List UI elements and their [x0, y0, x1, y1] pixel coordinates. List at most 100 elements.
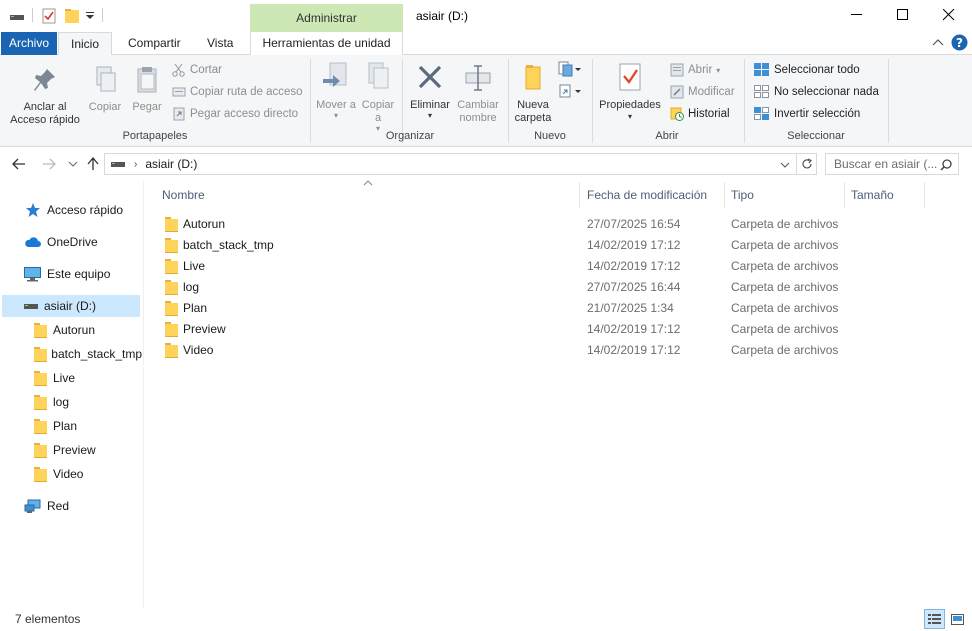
table-row[interactable]: Preview 14/02/2019 17:12 Carpeta de arch… [159, 318, 839, 339]
nav-folder[interactable]: Preview [34, 439, 142, 461]
delete-button[interactable]: Eliminar ▾ [406, 61, 454, 120]
tab-file[interactable]: Archivo [1, 32, 57, 55]
nav-folder[interactable]: Live [34, 367, 142, 389]
table-row[interactable]: batch_stack_tmp 14/02/2019 17:12 Carpeta… [159, 234, 839, 255]
forward-icon[interactable] [42, 158, 56, 170]
table-row[interactable]: Autorun 27/07/2025 16:54 Carpeta de arch… [159, 213, 839, 234]
tab-share[interactable]: Compartir [118, 32, 191, 55]
group-separator [508, 59, 509, 143]
address-dropdown-icon[interactable] [780, 162, 790, 168]
column-header-name[interactable]: Nombre [162, 185, 205, 207]
close-button[interactable] [926, 0, 972, 30]
folder-icon [165, 301, 178, 316]
customize-quick-access-icon[interactable] [85, 11, 95, 27]
nav-folder[interactable]: batch_stack_tmp [34, 343, 142, 365]
refresh-button[interactable] [797, 153, 817, 175]
nav-this-pc[interactable]: Este equipo [24, 263, 110, 285]
minimize-icon [851, 14, 862, 15]
details-view-icon [928, 613, 941, 624]
copy-path-icon [172, 87, 186, 97]
nav-onedrive[interactable]: OneDrive [24, 231, 98, 253]
history-icon [670, 107, 684, 121]
help-icon[interactable]: ? [951, 34, 968, 51]
status-bar: 7 elementos [0, 608, 972, 631]
paste-shortcut-button[interactable]: Pegar acceso directo [172, 107, 298, 121]
maximize-button[interactable] [880, 0, 926, 30]
easy-access-icon [559, 84, 581, 98]
properties-icon [619, 63, 641, 91]
clipboard-group-label: Portapapeles [122, 130, 188, 142]
copy-path-button[interactable]: Copiar ruta de acceso [172, 85, 303, 99]
new-folder-quick-icon[interactable] [65, 8, 79, 24]
invert-selection-button[interactable]: Invertir selección [754, 107, 860, 121]
new-item-button[interactable] [558, 61, 582, 77]
history-button[interactable]: Historial [670, 107, 730, 121]
properties-button[interactable]: Propiedades ▾ [596, 61, 664, 122]
minimize-button[interactable] [834, 0, 880, 30]
large-icons-view-button[interactable] [947, 609, 968, 629]
folder-icon [165, 280, 178, 295]
copy-to-button[interactable]: Copiar a ▾ [358, 61, 398, 133]
nav-network[interactable]: Red [24, 495, 69, 517]
new-folder-button[interactable]: Nueva carpeta [512, 61, 554, 125]
copy-to-label: Copiar a [361, 99, 395, 124]
select-none-button[interactable]: No seleccionar nada [754, 85, 879, 99]
star-icon [26, 203, 40, 217]
up-icon[interactable] [87, 157, 99, 171]
properties-quick-icon[interactable] [42, 8, 56, 24]
column-separator[interactable] [924, 182, 925, 208]
collapse-ribbon-icon[interactable] [932, 38, 944, 46]
paste-icon [137, 67, 157, 93]
folder-icon [34, 419, 47, 434]
drive-icon[interactable] [10, 11, 24, 27]
folder-icon [34, 347, 48, 362]
open-button[interactable]: Abrir ▾ [670, 63, 720, 77]
pin-quick-access-button[interactable]: Anclar al Acceso rápido [6, 65, 84, 127]
nav-folder[interactable]: Video [34, 463, 142, 485]
nav-folder-label: Autorun [53, 323, 96, 337]
close-icon [943, 9, 955, 21]
recent-locations-icon[interactable] [68, 161, 78, 167]
column-separator[interactable] [579, 182, 580, 208]
address-bar[interactable]: › asiair (D:) [104, 153, 797, 175]
tab-home[interactable]: Inicio [58, 32, 112, 56]
nav-folder[interactable]: Autorun [34, 319, 142, 341]
edit-button[interactable]: Modificar [670, 85, 735, 99]
select-all-button[interactable]: Seleccionar todo [754, 63, 860, 77]
table-row[interactable]: Video 14/02/2019 17:12 Carpeta de archiv… [159, 339, 839, 360]
search-input[interactable]: Buscar en asiair (... [825, 153, 959, 175]
easy-access-button[interactable] [558, 83, 582, 99]
title-bar: Administrar asiair (D:) [0, 0, 972, 32]
edit-icon [670, 85, 684, 99]
nav-folder[interactable]: Plan [34, 415, 142, 437]
move-to-button[interactable]: Mover a ▾ [316, 61, 356, 120]
drive-icon [111, 162, 125, 167]
open-icon [670, 63, 684, 77]
paste-button[interactable]: Pegar [128, 65, 166, 114]
column-header-type[interactable]: Tipo [731, 185, 754, 207]
column-separator[interactable] [724, 182, 725, 208]
cut-button[interactable]: Cortar [172, 63, 222, 77]
file-name: Video [183, 342, 214, 357]
column-separator[interactable] [844, 182, 845, 208]
column-header-date[interactable]: Fecha de modificación [587, 185, 707, 207]
nav-folder[interactable]: log [34, 391, 142, 413]
breadcrumb-chevron-icon[interactable]: › [134, 159, 137, 170]
table-row[interactable]: Live 14/02/2019 17:12 Carpeta de archivo… [159, 255, 839, 276]
paste-shortcut-icon [173, 107, 185, 121]
rename-button[interactable]: Cambiar nombre [454, 61, 502, 125]
copy-to-icon [368, 62, 389, 89]
column-header-size[interactable]: Tamaño [851, 185, 894, 207]
nav-quick-access[interactable]: Acceso rápido [25, 199, 123, 221]
details-view-button[interactable] [924, 609, 945, 629]
copy-button[interactable]: Copiar [86, 65, 124, 114]
tab-drive-tools[interactable]: Herramientas de unidad [250, 32, 403, 55]
tab-view[interactable]: Vista [197, 32, 243, 55]
sort-ascending-icon [363, 180, 373, 186]
back-icon[interactable] [12, 158, 26, 170]
search-placeholder: Buscar en asiair (... [834, 157, 938, 171]
table-row[interactable]: Plan 21/07/2025 1:34 Carpeta de archivos [159, 297, 839, 318]
nav-drive-selected[interactable]: asiair (D:) [2, 295, 140, 317]
table-row[interactable]: log 27/07/2025 16:44 Carpeta de archivos [159, 276, 839, 297]
breadcrumb-path[interactable]: asiair (D:) [145, 157, 197, 171]
